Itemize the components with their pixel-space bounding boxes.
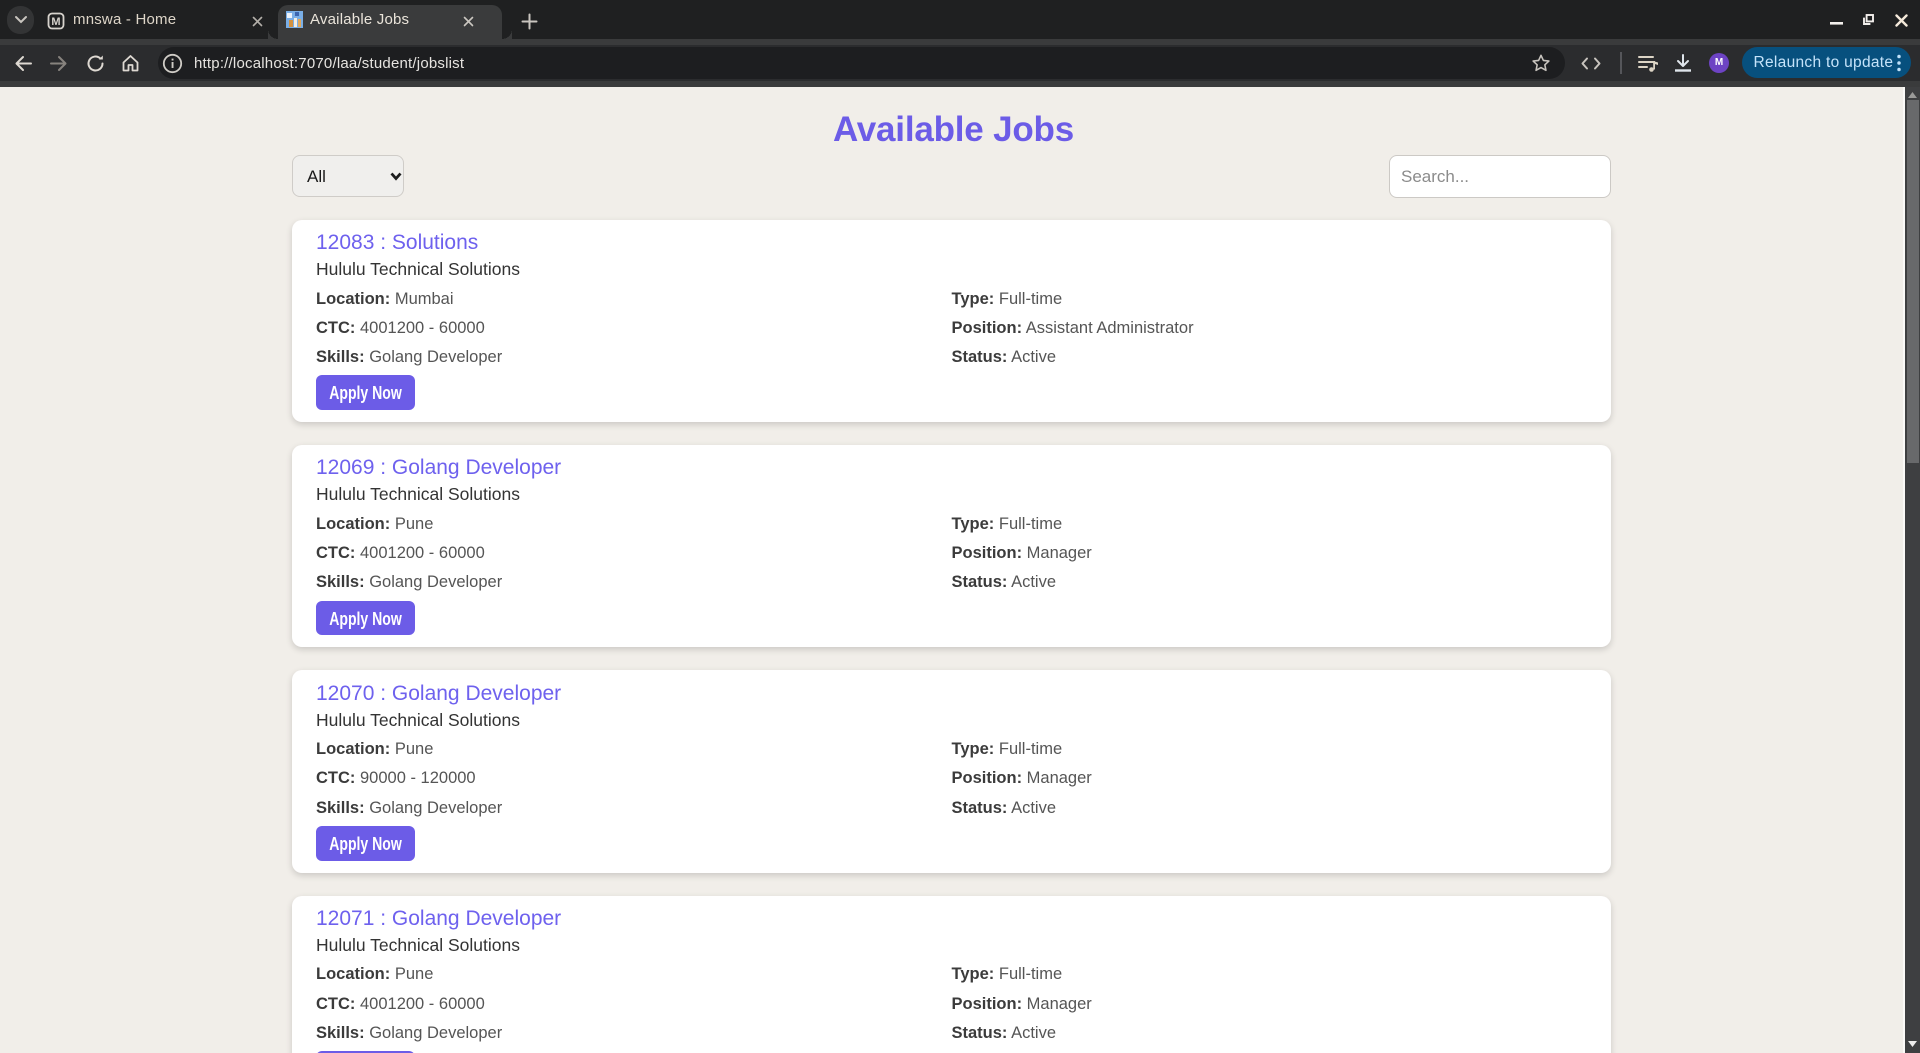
svg-text:M: M bbox=[51, 16, 60, 28]
